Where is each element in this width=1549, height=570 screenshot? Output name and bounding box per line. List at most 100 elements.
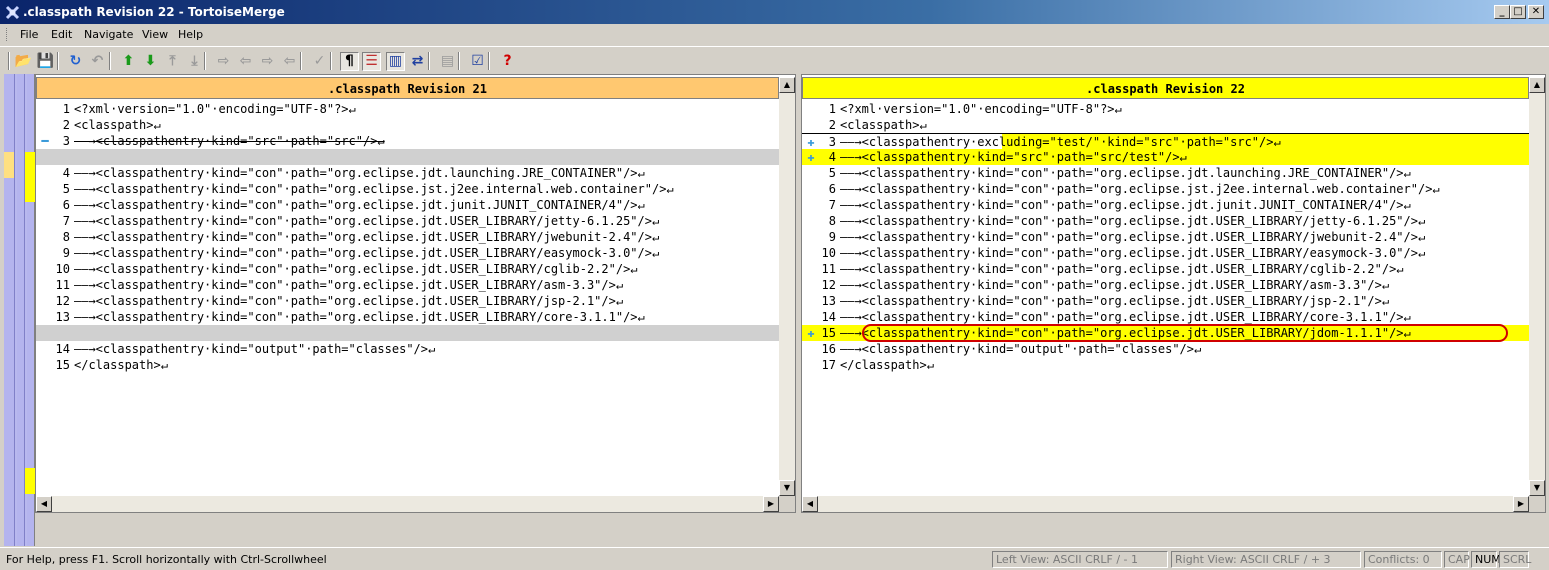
status-num: NUM xyxy=(1471,551,1501,568)
settings-icon[interactable]: ☑ xyxy=(468,52,487,71)
line-number: 10 xyxy=(821,246,836,260)
menu-help[interactable]: Help xyxy=(178,28,203,41)
left-horizontal-scrollbar[interactable]: ◀ ▶ xyxy=(36,496,779,512)
left-vertical-scrollbar[interactable]: ▲ ▼ xyxy=(779,77,795,496)
toolbar-separator xyxy=(8,52,10,70)
diff-line[interactable]: 11 ——→<classpathentry·kind="con"·path="or… xyxy=(36,277,779,293)
line-text: <classpath>↵ xyxy=(74,118,161,132)
scroll-right-button[interactable]: ▶ xyxy=(763,496,779,512)
scroll-down-button[interactable]: ▼ xyxy=(779,480,795,496)
diff-line[interactable]: 9 ——→<classpathentry·kind="con"·path="org… xyxy=(36,245,779,261)
scroll-up-button[interactable]: ▲ xyxy=(779,77,795,93)
status-bar: For Help, press F1. Scroll horizontally … xyxy=(0,547,1549,570)
menu-view[interactable]: View xyxy=(142,28,168,41)
diff-line[interactable]: 6 ——→<classpathentry·kind="con"·path="org… xyxy=(802,181,1529,197)
first-diff-icon[interactable]: ⤒ xyxy=(163,52,182,71)
line-text: </classpath>↵ xyxy=(74,358,168,372)
switch-views-icon[interactable]: ⇄ xyxy=(408,52,427,71)
open-icon[interactable]: 📂 xyxy=(14,52,33,71)
last-diff-icon[interactable]: ⤓ xyxy=(185,52,204,71)
diff-line[interactable]: 9 ——→<classpathentry·kind="con"·path="org… xyxy=(802,229,1529,245)
line-text: <classpath>↵ xyxy=(840,118,927,132)
line-number: 13 xyxy=(821,294,836,308)
diff-line[interactable]: 13 ——→<classpathentry·kind="con"·path="or… xyxy=(36,309,779,325)
diff-line[interactable]: 5 ——→<classpathentry·kind="con"·path="org… xyxy=(802,165,1529,181)
undo-icon[interactable]: ↶ xyxy=(88,52,107,71)
right-lines[interactable]: 1 <?xml·version="1.0"·encoding="UTF-8"?>↵… xyxy=(802,101,1529,496)
diff-line[interactable]: 1 <?xml·version="1.0"·encoding="UTF-8"?>↵ xyxy=(36,101,779,117)
menu-edit[interactable]: Edit xyxy=(51,28,72,41)
scroll-corner xyxy=(1529,496,1545,512)
diff-line[interactable]: 16 ——→<classpathentry·kind="output"·path=… xyxy=(802,341,1529,357)
diff-line[interactable]: ✚ 4 ——→<classpathentry·kind="src"·path="sr… xyxy=(802,149,1529,165)
save-icon[interactable]: 💾 xyxy=(36,52,55,71)
diff-line[interactable]: 1 <?xml·version="1.0"·encoding="UTF-8"?>↵ xyxy=(802,101,1529,117)
diff-line[interactable]: 8 ——→<classpathentry·kind="con"·path="org… xyxy=(802,213,1529,229)
patch-icon[interactable]: ▤ xyxy=(438,52,457,71)
locator-change-mark xyxy=(25,152,35,202)
diff-line[interactable]: 14 ——→<classpathentry·kind="output"·path=… xyxy=(36,341,779,357)
side-by-side-icon[interactable]: ▥ xyxy=(386,52,405,71)
diff-line[interactable]: 7 ——→<classpathentry·kind="con"·path="org… xyxy=(36,213,779,229)
right-vertical-scrollbar[interactable]: ▲ ▼ xyxy=(1529,77,1545,496)
status-left-view: Left View: ASCII CRLF / - 1 xyxy=(992,551,1168,568)
diff-line[interactable]: 6 ——→<classpathentry·kind="con"·path="org… xyxy=(36,197,779,213)
inline-diff-icon[interactable]: ☰ xyxy=(362,52,381,71)
diff-line[interactable]: 15 </classpath>↵ xyxy=(36,357,779,373)
line-number: 6 xyxy=(828,182,836,196)
diff-line[interactable]: ━ 3 ——→<classpathentry·kind="src"·path="sr… xyxy=(36,133,779,149)
locator-bar[interactable] xyxy=(4,74,35,546)
use-right-first-icon[interactable]: ⇦ xyxy=(280,52,299,71)
minimize-button[interactable]: _ xyxy=(1494,5,1510,19)
scroll-corner xyxy=(779,496,795,512)
diff-line[interactable]: 8 ——→<classpathentry·kind="con"·path="org… xyxy=(36,229,779,245)
whitespace-icon[interactable]: ¶ xyxy=(340,52,359,71)
scroll-right-button[interactable]: ▶ xyxy=(1513,496,1529,512)
diff-line[interactable]: 2 <classpath>↵ xyxy=(36,117,779,133)
left-lines[interactable]: 1 <?xml·version="1.0"·encoding="UTF-8"?>↵… xyxy=(36,101,779,496)
diff-line[interactable]: 12 ——→<classpathentry·kind="con"·path="or… xyxy=(802,277,1529,293)
scroll-left-button[interactable]: ◀ xyxy=(36,496,52,512)
line-text: ——→<classpathentry·kind="con"·path="org.… xyxy=(840,198,1411,212)
diff-line[interactable]: 4 ——→<classpathentry·kind="con"·path="org… xyxy=(36,165,779,181)
diff-line[interactable]: 10 ——→<classpathentry·kind="con"·path="or… xyxy=(36,261,779,277)
menu-navigate[interactable]: Navigate xyxy=(84,28,133,41)
diff-line[interactable]: 7 ——→<classpathentry·kind="con"·path="org… xyxy=(802,197,1529,213)
line-text: ——→<classpathentry·kind="con"·path="org.… xyxy=(74,310,645,324)
toolbar: 📂 💾 ↻ ↶ ⬆ ⬇ ⤒ ⤓ ⇨ ⇦ ⇨ ⇦ ✓ ¶ ☰ ▥ ⇄ ▤ ☑? xyxy=(0,46,1549,74)
close-button[interactable]: ✕ xyxy=(1528,5,1544,19)
diff-line[interactable]: 17 </classpath>↵ xyxy=(802,357,1529,373)
help-icon[interactable]: ? xyxy=(498,52,517,71)
diff-line[interactable]: 12 ——→<classpathentry·kind="con"·path="or… xyxy=(36,293,779,309)
menu-file[interactable]: File xyxy=(20,28,38,41)
line-number: 9 xyxy=(828,230,836,244)
use-left-icon[interactable]: ⇨ xyxy=(214,52,233,71)
diff-line[interactable] xyxy=(36,325,779,341)
diff-line[interactable]: 11 ——→<classpathentry·kind="con"·path="or… xyxy=(802,261,1529,277)
use-right-icon[interactable]: ⇦ xyxy=(236,52,255,71)
diff-line[interactable]: 13 ——→<classpathentry·kind="con"·path="or… xyxy=(802,293,1529,309)
line-number: 3 xyxy=(62,134,70,148)
line-number: 16 xyxy=(821,342,836,356)
scroll-up-button[interactable]: ▲ xyxy=(1529,77,1545,93)
reload-icon[interactable]: ↻ xyxy=(66,52,85,71)
scroll-left-button[interactable]: ◀ xyxy=(802,496,818,512)
left-view[interactable]: .classpath Revision 21 1 <?xml·version="1… xyxy=(35,74,796,513)
diff-line[interactable]: 2 <classpath>↵ xyxy=(802,117,1529,133)
right-view[interactable]: .classpath Revision 22 1 <?xml·version="1… xyxy=(801,74,1546,513)
mark-resolved-icon[interactable]: ✓ xyxy=(310,52,329,71)
diff-line[interactable]: ✚ 3 ——→<classpathentry·excluding="test/"·k… xyxy=(802,133,1529,149)
maximize-button[interactable]: □ xyxy=(1510,5,1526,19)
right-horizontal-scrollbar[interactable]: ◀ ▶ xyxy=(802,496,1529,512)
scroll-down-button[interactable]: ▼ xyxy=(1529,480,1545,496)
diff-line[interactable]: 14 ——→<classpathentry·kind="con"·path="or… xyxy=(802,309,1529,325)
diff-line[interactable]: 10 ——→<classpathentry·kind="con"·path="or… xyxy=(802,245,1529,261)
prev-diff-icon[interactable]: ⬇ xyxy=(141,52,160,71)
diff-line[interactable] xyxy=(36,149,779,165)
line-number: 3 xyxy=(828,135,836,149)
use-left-first-icon[interactable]: ⇨ xyxy=(258,52,277,71)
line-number: 5 xyxy=(62,182,70,196)
status-help-text: For Help, press F1. Scroll horizontally … xyxy=(6,553,327,566)
diff-line[interactable]: 5 ——→<classpathentry·kind="con"·path="org… xyxy=(36,181,779,197)
next-diff-icon[interactable]: ⬆ xyxy=(119,52,138,71)
